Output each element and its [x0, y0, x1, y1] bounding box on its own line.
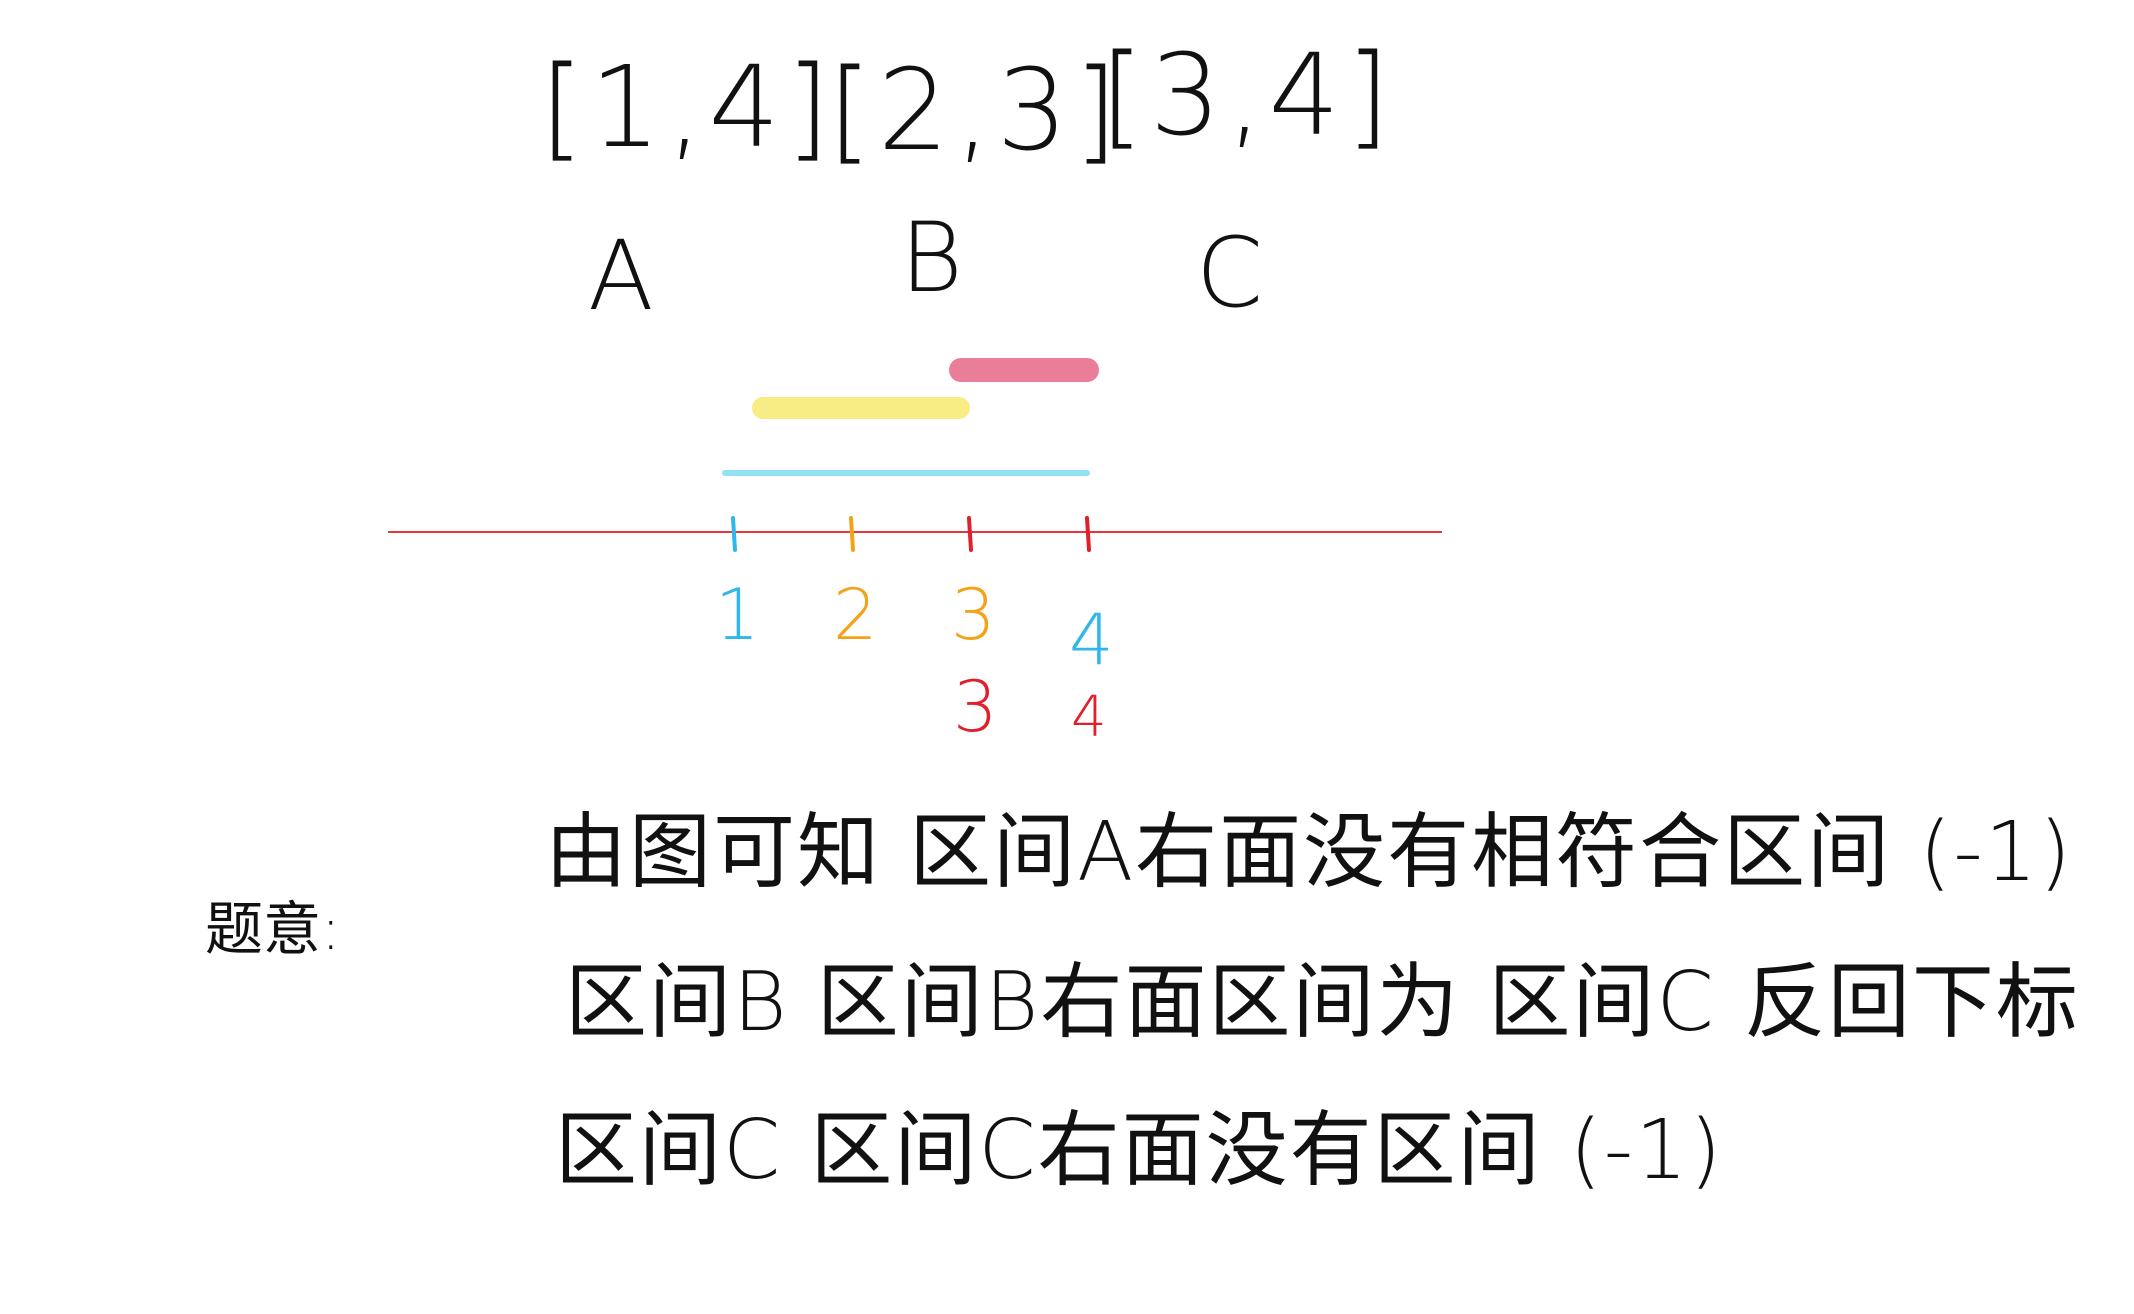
tick-label-1: 1	[715, 574, 760, 656]
notes-lead: 题意:	[205, 895, 341, 963]
tick-label-3: 3	[951, 574, 996, 656]
note-line-2: 区间B 区间B右面区间为 区间C 反回下标	[565, 955, 2080, 1050]
axis-ticks	[731, 516, 1091, 552]
interval-segments	[722, 358, 1099, 476]
tick-4	[1085, 516, 1091, 552]
tick-label-4: 4	[1069, 599, 1114, 681]
note-line-3: 区间C 区间C右面没有区间 (-1)	[555, 1103, 1724, 1198]
tick-2	[849, 516, 855, 552]
tick-1	[731, 516, 737, 552]
end-label-4: 4	[1071, 685, 1107, 750]
end-label-3: 3	[953, 666, 998, 748]
note-line-1: 由图可知 区间A右面没有相符合区间 (-1)	[545, 805, 2073, 900]
tick-3	[967, 516, 973, 552]
tick-label-2: 2	[833, 574, 878, 656]
whiteboard-canvas: [1,4] [2,3] [3,4] A B C 123344 题意: 由图可知 …	[0, 0, 2134, 1314]
